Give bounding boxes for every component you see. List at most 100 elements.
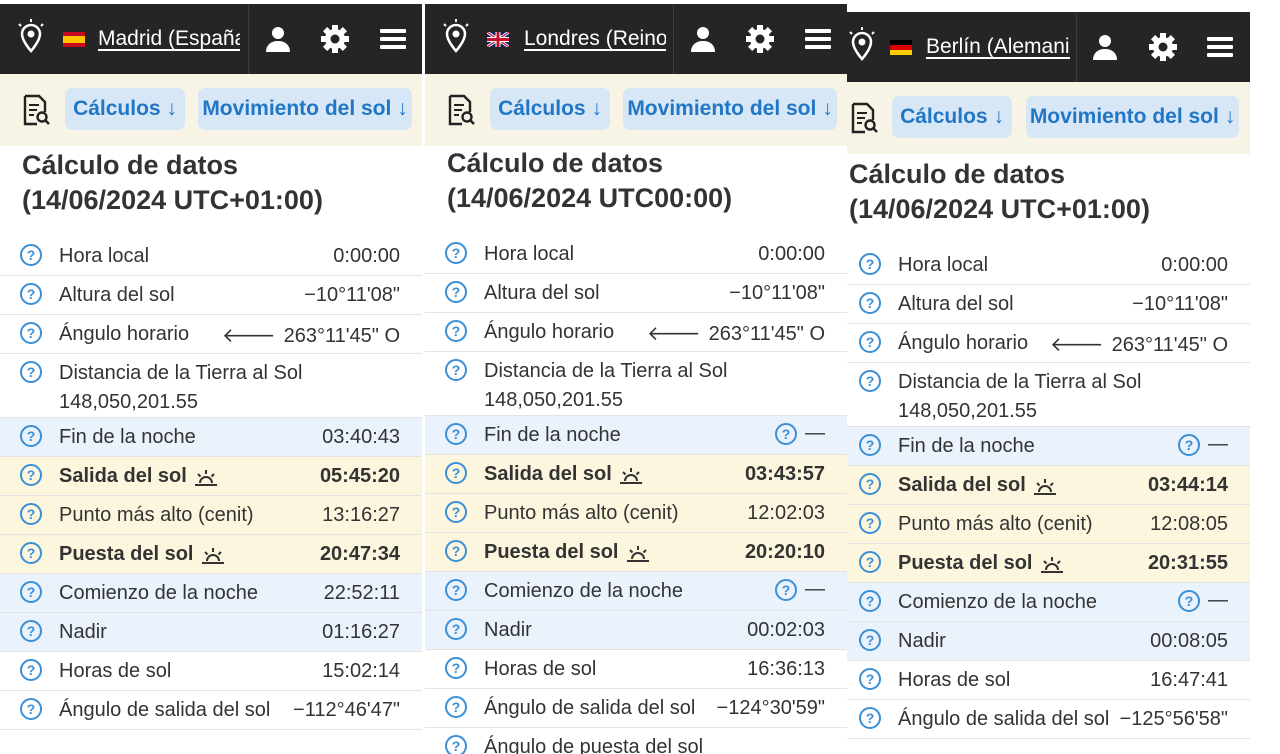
location-pin-icon[interactable] <box>847 12 891 82</box>
document-search-icon[interactable] <box>22 94 50 131</box>
row-earth-sun-distance: ? Distancia de la Tierra al Sol 148,050,20… <box>0 354 422 418</box>
help-circle-icon[interactable]: ? <box>445 618 467 640</box>
city-selector[interactable]: Berlín (Alemania) <box>926 12 1070 82</box>
help-circle-icon[interactable]: ? <box>20 581 42 603</box>
help-circle-icon[interactable]: ? <box>859 512 881 534</box>
help-circle-icon[interactable]: ? <box>859 707 881 729</box>
help-circle-icon[interactable]: ? <box>775 579 797 601</box>
help-circle-icon[interactable]: ? <box>859 253 881 275</box>
row-label: Fin de la noche <box>59 426 196 448</box>
row-value: 20:20:10 <box>744 541 825 563</box>
help-circle-icon[interactable]: ? <box>20 425 42 447</box>
help-circle-icon[interactable]: ? <box>859 331 881 353</box>
row-end-of-night: ? Fin de la noche 03:40:43 <box>0 418 422 457</box>
row-label: Altura del sol <box>898 293 1014 315</box>
gear-icon[interactable] <box>1134 12 1192 82</box>
sun-movement-button[interactable]: Movimiento del sol ↓ <box>623 88 837 130</box>
calculations-label: Cálculos <box>498 97 586 120</box>
row-end-of-night: ? Fin de la noche? — <box>847 427 1250 466</box>
help-circle-icon[interactable]: ? <box>859 434 881 456</box>
hamburger-menu-icon[interactable] <box>1191 12 1249 82</box>
help-circle-icon[interactable]: ? <box>445 696 467 718</box>
help-circle-icon[interactable]: ? <box>859 292 881 314</box>
help-circle-icon[interactable]: ? <box>445 281 467 303</box>
calculations-label: Cálculos <box>73 97 161 120</box>
help-circle-icon[interactable]: ? <box>859 473 881 495</box>
help-circle-icon[interactable]: ? <box>20 503 42 525</box>
help-circle-icon[interactable]: ? <box>445 540 467 562</box>
gear-icon[interactable] <box>306 4 364 74</box>
city-selector[interactable]: Londres (Reino U <box>524 4 666 74</box>
calculations-button[interactable]: Cálculos ↓ <box>892 96 1012 138</box>
row-value: 0:00:00 <box>758 243 825 265</box>
help-circle-icon[interactable]: ? <box>445 657 467 679</box>
sunrise-icon <box>194 469 217 486</box>
row-value-wrap: 🡐 263°11'45" O <box>222 323 400 348</box>
sun-movement-button[interactable]: Movimiento del sol ↓ <box>1026 96 1239 138</box>
help-circle-icon[interactable]: ? <box>445 735 467 754</box>
arrow-down-icon: ↓ <box>591 97 602 120</box>
help-circle-icon[interactable]: ? <box>20 361 42 383</box>
row-sunrise-angle: ? Ángulo de salida del sol −124°30'59" <box>425 689 847 728</box>
help-circle-icon[interactable]: ? <box>859 668 881 690</box>
help-circle-icon[interactable]: ? <box>445 242 467 264</box>
row-sunset: ? Puesta del sol 20:20:10 <box>425 533 847 572</box>
gear-icon[interactable] <box>731 4 789 74</box>
flag-uk-icon <box>486 30 510 49</box>
row-sunrise: ? Salida del sol 03:43:57 <box>425 455 847 494</box>
row-label: Salida del sol <box>898 474 1026 496</box>
document-search-icon[interactable] <box>850 102 878 139</box>
user-icon[interactable] <box>249 4 307 74</box>
calculations-button[interactable]: Cálculos ↓ <box>65 88 185 130</box>
row-value: 263°11'45" O <box>1111 334 1228 356</box>
help-circle-icon[interactable]: ? <box>20 283 42 305</box>
help-circle-icon[interactable]: ? <box>445 423 467 445</box>
help-circle-icon[interactable]: ? <box>20 464 42 486</box>
row-label: Altura del sol <box>484 282 600 304</box>
location-pin-icon[interactable] <box>427 4 485 74</box>
help-circle-icon[interactable]: ? <box>1178 434 1200 456</box>
title-line-2: (14/06/2024 UTC00:00) <box>447 183 733 213</box>
row-label: Salida del sol <box>484 463 612 485</box>
help-circle-icon[interactable]: ? <box>445 501 467 523</box>
user-icon[interactable] <box>1076 12 1134 82</box>
row-label: Nadir <box>59 621 107 643</box>
help-circle-icon[interactable]: ? <box>859 551 881 573</box>
user-icon[interactable] <box>674 4 732 74</box>
help-circle-icon[interactable]: ? <box>445 462 467 484</box>
help-circle-icon[interactable]: ? <box>1178 590 1200 612</box>
location-pin-icon[interactable] <box>2 4 60 74</box>
help-circle-icon[interactable]: ? <box>20 620 42 642</box>
hamburger-menu-icon[interactable] <box>364 4 422 74</box>
row-earth-sun-distance: ? Distancia de la Tierra al Sol 148,050,20… <box>425 352 847 416</box>
help-circle-icon[interactable]: ? <box>20 244 42 266</box>
sun-movement-button[interactable]: Movimiento del sol ↓ <box>198 88 412 130</box>
help-circle-icon[interactable]: ? <box>20 698 42 720</box>
row-label: Comienzo de la noche <box>484 580 684 602</box>
help-circle-icon[interactable]: ? <box>859 629 881 651</box>
sun-movement-label: Movimiento del sol <box>202 97 392 120</box>
hamburger-menu-icon[interactable] <box>789 4 847 74</box>
title-line-1: Cálculo de datos <box>849 159 1066 189</box>
document-search-icon[interactable] <box>447 94 475 131</box>
row-label-wrap: Salida del sol <box>59 465 217 488</box>
row-value: 03:43:57 <box>744 463 825 485</box>
help-circle-icon[interactable]: ? <box>775 423 797 445</box>
calculations-button[interactable]: Cálculos ↓ <box>490 88 610 130</box>
row-local-time: ? Hora local 0:00:00 <box>425 235 847 274</box>
row-label: Salida del sol <box>59 465 187 487</box>
row-start-of-night: ? Comienzo de la noche? — <box>847 583 1250 622</box>
row-local-time: ? Hora local 0:00:00 <box>847 246 1250 285</box>
help-circle-icon[interactable]: ? <box>20 322 42 344</box>
help-circle-icon[interactable]: ? <box>20 542 42 564</box>
help-circle-icon[interactable]: ? <box>445 320 467 342</box>
help-circle-icon[interactable]: ? <box>20 659 42 681</box>
row-label: Ángulo horario <box>898 332 1029 354</box>
help-circle-icon[interactable]: ? <box>445 359 467 381</box>
help-circle-icon[interactable]: ? <box>859 370 881 392</box>
row-hour-angle: ? Ángulo horario 🡐 263°11'45" O <box>0 315 422 354</box>
help-circle-icon[interactable]: ? <box>859 590 881 612</box>
help-circle-icon[interactable]: ? <box>445 579 467 601</box>
city-selector[interactable]: Madrid (España) <box>98 4 240 74</box>
row-sun-hours: ? Horas de sol 15:02:14 <box>0 652 422 691</box>
